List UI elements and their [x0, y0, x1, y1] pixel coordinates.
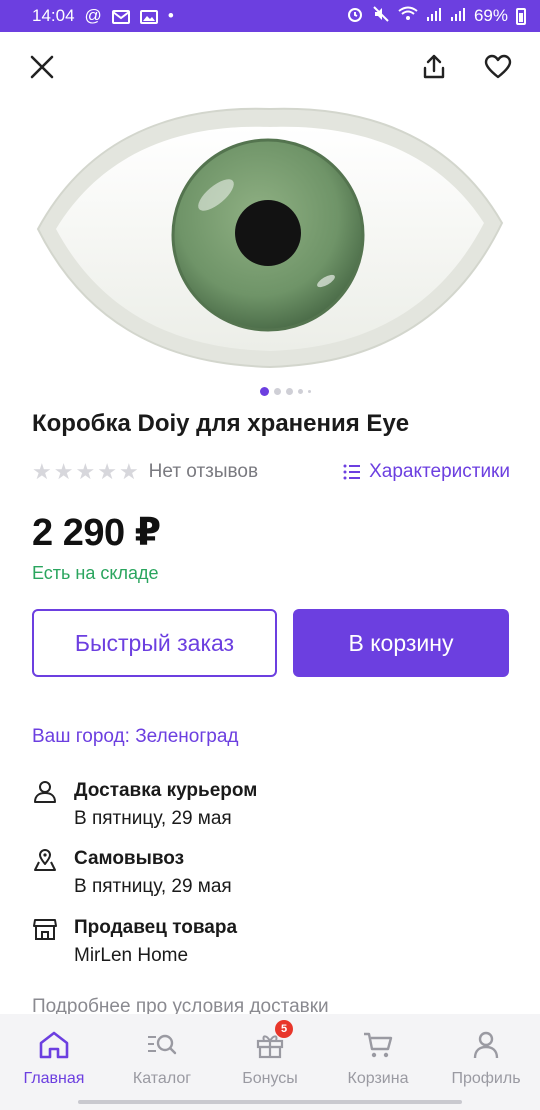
stock-status: Есть на складе: [32, 563, 159, 583]
star-icon: ★: [53, 459, 74, 484]
delivery-pickup-title: Самовывоз: [74, 848, 185, 869]
nav-cart[interactable]: Корзина: [324, 1014, 432, 1110]
home-indicator[interactable]: [78, 1100, 462, 1104]
nav-home[interactable]: Главная: [0, 1014, 108, 1110]
pager-dot[interactable]: [297, 389, 303, 394]
rating-stars[interactable]: ★ ★ ★ ★ ★: [32, 459, 139, 485]
nav-catalog[interactable]: Каталог: [108, 1014, 216, 1110]
pager-dot[interactable]: [259, 387, 269, 396]
home-icon: [39, 1031, 69, 1059]
battery-percent: 69%: [473, 6, 508, 25]
status-time: 14:04: [32, 6, 75, 25]
star-icon: ★: [118, 459, 139, 484]
signal-icon: [426, 6, 442, 26]
battery-icon: [516, 7, 526, 25]
reviews-text[interactable]: Нет отзывов: [149, 461, 258, 483]
pager-dot[interactable]: [273, 388, 281, 395]
quick-order-button[interactable]: Быстрый заказ: [32, 609, 277, 677]
star-icon: ★: [75, 459, 96, 484]
bonus-badge: 5: [275, 1020, 293, 1038]
signal-2-icon: [450, 6, 466, 26]
share-button[interactable]: [414, 47, 454, 87]
quick-order-label: Быстрый заказ: [74, 629, 235, 656]
eye-box-illustration: [36, 107, 504, 369]
add-to-cart-button[interactable]: В корзину: [293, 609, 509, 677]
store-icon: [33, 919, 57, 940]
notification-dot-icon: •: [167, 6, 174, 25]
nav-cart-label: Корзина: [347, 1070, 409, 1087]
star-icon: ★: [97, 459, 117, 484]
map-pin-icon: [34, 849, 56, 871]
close-icon: [30, 55, 54, 79]
top-action-bar: [0, 32, 540, 102]
delivery-courier-title: Доставка курьером: [74, 780, 258, 801]
catalog-search-icon: [148, 1034, 177, 1055]
specs-link-label: Характеристики: [369, 461, 510, 482]
gallery-pager: [0, 387, 540, 396]
city-selector[interactable]: Ваш город: Зеленоград: [32, 726, 238, 748]
pager-dot[interactable]: [307, 390, 311, 393]
bottom-navigation: Главная Каталог 5 Бонусы Корзина Профиль: [0, 1014, 540, 1110]
nav-bonuses[interactable]: 5 Бонусы: [216, 1014, 324, 1110]
rating-row: ★ ★ ★ ★ ★ Нет отзывов Характеристики: [32, 456, 510, 488]
status-bar: 14:04 @ • 69%: [0, 0, 540, 32]
product-price: 2 290 ₽: [32, 512, 161, 554]
seller-name[interactable]: MirLen Home: [74, 942, 237, 970]
nav-profile-label: Профиль: [451, 1070, 521, 1087]
add-to-cart-label: В корзину: [348, 629, 454, 656]
close-button[interactable]: [22, 47, 62, 87]
nav-catalog-label: Каталог: [132, 1070, 192, 1087]
nav-home-label: Главная: [23, 1070, 85, 1087]
list-icon: [343, 464, 361, 480]
nav-profile[interactable]: Профиль: [432, 1014, 540, 1110]
gallery-icon: [139, 9, 158, 24]
heart-icon: [484, 54, 512, 79]
delivery-courier: Доставка курьером В пятницу, 29 мая: [32, 777, 502, 833]
seller-title: Продавец товара: [74, 917, 238, 938]
alarm-icon: [346, 5, 364, 28]
product-title: Коробка Doiy для хранения Eye: [32, 410, 410, 437]
mail-icon: [111, 9, 130, 24]
delivery-courier-date: В пятницу, 29 мая: [74, 808, 232, 829]
product-image[interactable]: [30, 105, 510, 373]
person-icon: [34, 781, 56, 803]
wifi-icon: [398, 6, 418, 27]
delivery-pickup: Самовывоз В пятницу, 29 мая: [32, 845, 502, 901]
nav-bonuses-label: Бонусы: [242, 1070, 298, 1087]
delivery-seller: Продавец товара MirLen Home: [32, 914, 502, 970]
favorite-button[interactable]: [478, 47, 518, 87]
share-icon: [423, 54, 445, 79]
at-sign-icon: @: [84, 6, 102, 25]
profile-icon: [473, 1031, 499, 1059]
specs-link[interactable]: Характеристики: [343, 461, 510, 483]
pager-dot[interactable]: [285, 388, 293, 395]
cart-icon: [364, 1032, 393, 1058]
star-icon: ★: [32, 459, 52, 484]
mute-icon: [372, 5, 390, 28]
delivery-pickup-date: В пятницу, 29 мая: [74, 876, 232, 897]
